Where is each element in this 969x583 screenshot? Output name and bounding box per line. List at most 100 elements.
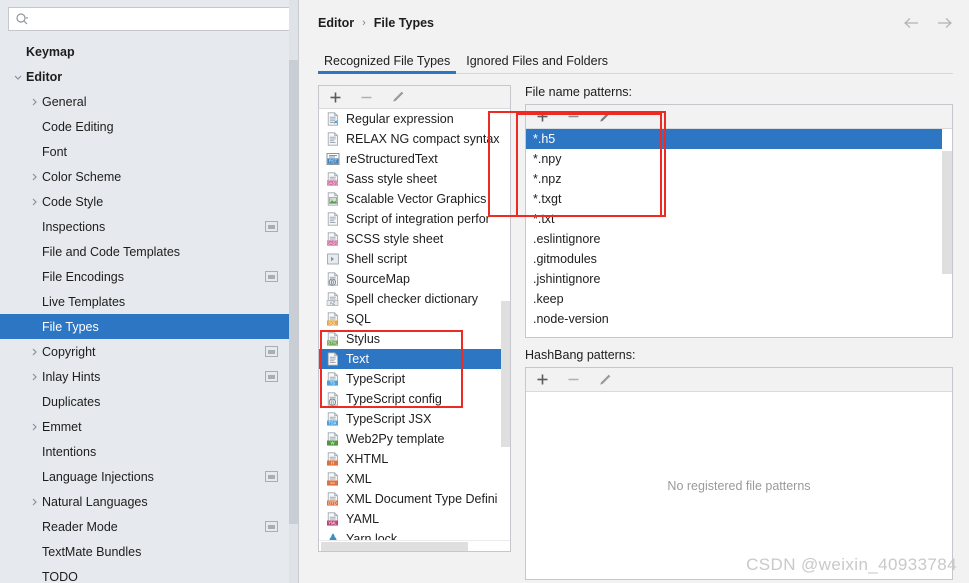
sidebar-item-code-editing[interactable]: Code Editing bbox=[0, 114, 298, 139]
chevron-right-icon[interactable] bbox=[26, 497, 42, 507]
file-type-row[interactable]: YML YAML bbox=[319, 509, 510, 529]
file-name-pattern-label: .gitmodules bbox=[533, 252, 597, 266]
chevron-right-icon[interactable] bbox=[26, 197, 42, 207]
file-types-list[interactable]: Regular expression RELAX NG compact synta… bbox=[318, 109, 511, 552]
file-type-row[interactable]: RELAX NG compact syntax bbox=[319, 129, 510, 149]
file-name-pattern-row[interactable]: *.txt bbox=[526, 209, 952, 229]
file-type-row[interactable]: SASS Sass style sheet bbox=[319, 169, 510, 189]
chevron-right-icon[interactable] bbox=[26, 347, 42, 357]
file-name-patterns-list[interactable]: *.h5 *.npy *.npz *.txgt *.txt .eslintignore .g… bbox=[526, 129, 952, 337]
sidebar-item-language-injections[interactable]: Language Injections bbox=[0, 464, 298, 489]
patterns-vscrollbar-track[interactable] bbox=[942, 129, 952, 337]
plus-icon[interactable] bbox=[535, 109, 550, 124]
file-type-row[interactable]: TS TypeScript bbox=[319, 369, 510, 389]
sidebar-item-label: Language Injections bbox=[42, 469, 154, 484]
tab-recognized-file-types[interactable]: Recognized File Types bbox=[318, 54, 457, 74]
file-type-row[interactable]: SASS SCSS style sheet bbox=[319, 229, 510, 249]
project-settings-icon bbox=[265, 346, 278, 357]
file-name-pattern-row[interactable]: .jshintignore bbox=[526, 269, 952, 289]
arrow-left-icon[interactable] bbox=[903, 16, 921, 30]
chevron-down-icon[interactable] bbox=[10, 72, 26, 82]
xml-file-icon: <> bbox=[326, 472, 340, 486]
svg-text:TS: TS bbox=[330, 381, 336, 386]
chevron-right-icon[interactable] bbox=[26, 372, 42, 382]
pencil-icon[interactable] bbox=[597, 372, 612, 387]
sidebar-item-textmate-bundles[interactable]: TextMate Bundles bbox=[0, 539, 298, 564]
file-name-pattern-row[interactable]: *.npy bbox=[526, 149, 952, 169]
file-type-row[interactable]: Script of integration perfor bbox=[319, 209, 510, 229]
sidebar-item-inspections[interactable]: Inspections bbox=[0, 214, 298, 239]
chevron-right-icon[interactable] bbox=[26, 422, 42, 432]
sidebar-item-code-style[interactable]: Code Style bbox=[0, 189, 298, 214]
sidebar-item-file-encodings[interactable]: File Encodings bbox=[0, 264, 298, 289]
sidebar-item-emmet[interactable]: Emmet bbox=[0, 414, 298, 439]
sidebar-item-copyright[interactable]: Copyright bbox=[0, 339, 298, 364]
arrow-right-icon[interactable] bbox=[935, 16, 953, 30]
sidebar-item-label: Color Scheme bbox=[42, 169, 122, 184]
sidebar-item-live-templates[interactable]: Live Templates bbox=[0, 289, 298, 314]
file-type-row[interactable]: {} TypeScript config bbox=[319, 389, 510, 409]
file-name-pattern-row[interactable]: *.h5 bbox=[526, 129, 952, 149]
sidebar-item-label: Live Templates bbox=[42, 294, 126, 309]
file-type-row[interactable]: Regular expression bbox=[319, 109, 510, 129]
file-name-pattern-row[interactable]: *.npz bbox=[526, 169, 952, 189]
file-type-row[interactable]: Scalable Vector Graphics bbox=[319, 189, 510, 209]
chevron-right-icon[interactable] bbox=[26, 172, 42, 182]
sidebar-scrollbar-track[interactable] bbox=[289, 0, 298, 583]
file-type-row[interactable]: Shell script bbox=[319, 249, 510, 269]
file-type-row[interactable]: W Web2Py template bbox=[319, 429, 510, 449]
file-type-row[interactable]: H XHTML bbox=[319, 449, 510, 469]
tab-ignored-files-and-folders[interactable]: Ignored Files and Folders bbox=[460, 54, 614, 74]
sidebar-scrollbar-thumb[interactable] bbox=[289, 60, 298, 524]
sidebar-item-color-scheme[interactable]: Color Scheme bbox=[0, 164, 298, 189]
file-type-row[interactable]: <> XML bbox=[319, 469, 510, 489]
pencil-icon[interactable] bbox=[597, 109, 612, 124]
file-name-pattern-row[interactable]: .gitmodules bbox=[526, 249, 952, 269]
file-type-row[interactable]: {} SourceMap bbox=[319, 269, 510, 289]
pencil-icon[interactable] bbox=[390, 90, 405, 105]
sidebar-item-keymap[interactable]: Keymap bbox=[0, 39, 298, 64]
file-name-pattern-row[interactable]: .node-version bbox=[526, 309, 952, 329]
minus-icon[interactable] bbox=[566, 109, 581, 124]
sidebar-item-file-and-code-templates[interactable]: File and Code Templates bbox=[0, 239, 298, 264]
sidebar-item-intentions[interactable]: Intentions bbox=[0, 439, 298, 464]
plus-icon[interactable] bbox=[535, 372, 550, 387]
file-types-hscrollbar-track[interactable] bbox=[319, 540, 510, 551]
file-type-row[interactable]: DTD XML Document Type Defini bbox=[319, 489, 510, 509]
file-types-hscrollbar-thumb[interactable] bbox=[321, 542, 468, 551]
breadcrumb-root[interactable]: Editor bbox=[318, 16, 354, 30]
file-types-vscrollbar-thumb[interactable] bbox=[501, 301, 510, 447]
project-settings-icon bbox=[265, 521, 278, 532]
search-box[interactable] bbox=[8, 7, 290, 31]
sidebar-item-todo[interactable]: TODO bbox=[0, 564, 298, 583]
file-name-pattern-row[interactable]: .eslintignore bbox=[526, 229, 952, 249]
sidebar-item-duplicates[interactable]: Duplicates bbox=[0, 389, 298, 414]
sidebar-item-editor[interactable]: Editor bbox=[0, 64, 298, 89]
sidebar-item-reader-mode[interactable]: Reader Mode bbox=[0, 514, 298, 539]
file-type-row[interactable]: RST reStructuredText bbox=[319, 149, 510, 169]
sidebar-item-inlay-hints[interactable]: Inlay Hints bbox=[0, 364, 298, 389]
plus-icon[interactable] bbox=[328, 90, 343, 105]
file-type-row[interactable]: SQL SQL bbox=[319, 309, 510, 329]
sidebar-item-label: File and Code Templates bbox=[42, 244, 181, 259]
file-type-row[interactable]: AZ Spell checker dictionary bbox=[319, 289, 510, 309]
dtd-file-icon: DTD bbox=[326, 492, 340, 506]
file-type-row[interactable]: TSX TypeScript JSX bbox=[319, 409, 510, 429]
chevron-right-icon[interactable] bbox=[26, 97, 42, 107]
sidebar-item-general[interactable]: General bbox=[0, 89, 298, 114]
file-name-pattern-row[interactable]: *.txgt bbox=[526, 189, 952, 209]
search-input[interactable] bbox=[33, 9, 283, 29]
sidebar-item-label: TextMate Bundles bbox=[42, 544, 142, 559]
sidebar-item-label: Inlay Hints bbox=[42, 369, 101, 384]
minus-icon[interactable] bbox=[566, 372, 581, 387]
file-name-pattern-row[interactable]: .keep bbox=[526, 289, 952, 309]
file-type-label: XML Document Type Defini bbox=[346, 492, 498, 506]
sidebar-item-natural-languages[interactable]: Natural Languages bbox=[0, 489, 298, 514]
minus-icon[interactable] bbox=[359, 90, 374, 105]
sidebar-item-file-types[interactable]: File Types bbox=[0, 314, 298, 339]
sidebar-item-font[interactable]: Font bbox=[0, 139, 298, 164]
patterns-vscrollbar-thumb[interactable] bbox=[942, 151, 952, 274]
file-type-row[interactable]: STYL Stylus bbox=[319, 329, 510, 349]
search-icon bbox=[15, 12, 29, 26]
file-type-row[interactable]: Text bbox=[319, 349, 510, 369]
